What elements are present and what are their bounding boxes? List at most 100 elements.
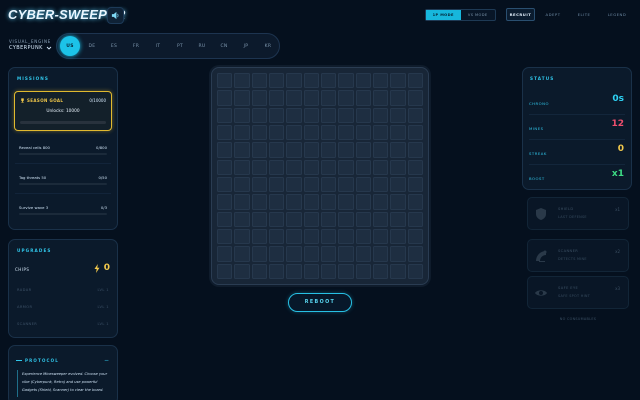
board-cell[interactable] [303, 107, 319, 123]
protocol-collapse-button[interactable]: − [104, 357, 109, 364]
board-cell[interactable] [320, 246, 337, 262]
board-cell[interactable] [355, 176, 371, 193]
board-cell[interactable] [268, 263, 285, 279]
board-cell[interactable] [372, 159, 389, 175]
board-cell[interactable] [390, 176, 406, 193]
board-cell[interactable] [390, 90, 406, 106]
board-cell[interactable] [390, 73, 406, 89]
board-cell[interactable] [268, 176, 285, 193]
board-cell[interactable] [372, 124, 389, 141]
board-cell[interactable] [303, 263, 319, 279]
board-cell[interactable] [303, 176, 319, 193]
nav-recruit[interactable]: RECRUIT [506, 8, 535, 21]
board-cell[interactable] [217, 228, 233, 245]
board-cell[interactable] [234, 194, 250, 210]
board-cell[interactable] [320, 194, 337, 210]
board-cell[interactable] [217, 194, 233, 210]
upgrade-armor[interactable]: ARMOR LVL 1 [17, 305, 109, 309]
board-cell[interactable] [355, 124, 371, 141]
board-cell[interactable] [217, 124, 233, 141]
board-cell[interactable] [217, 142, 233, 158]
board-cell[interactable] [286, 107, 302, 123]
board-cell[interactable] [390, 263, 406, 279]
board-cell[interactable] [303, 90, 319, 106]
board-cell[interactable] [234, 176, 250, 193]
board-cell[interactable] [320, 124, 337, 141]
board-cell[interactable] [407, 159, 423, 175]
nav-legend[interactable]: LEGEND [602, 8, 632, 21]
board-cell[interactable] [234, 107, 250, 123]
board-cell[interactable] [355, 228, 371, 245]
board-cell[interactable] [355, 107, 371, 123]
board-cell[interactable] [407, 124, 423, 141]
board-cell[interactable] [390, 159, 406, 175]
board-cell[interactable] [251, 159, 267, 175]
board-cell[interactable] [268, 73, 285, 89]
board-cell[interactable] [390, 142, 406, 158]
board-cell[interactable] [372, 107, 389, 123]
board-cell[interactable] [338, 90, 354, 106]
board-cell[interactable] [338, 142, 354, 158]
nav-elite[interactable]: ELITE [571, 8, 597, 21]
lang-pt[interactable]: PT [170, 36, 190, 56]
board-cell[interactable] [338, 176, 354, 193]
board-cell[interactable] [320, 176, 337, 193]
board-cell[interactable] [338, 194, 354, 210]
board-cell[interactable] [268, 124, 285, 141]
lang-us[interactable]: US [60, 36, 80, 56]
board-cell[interactable] [355, 73, 371, 89]
board-cell[interactable] [251, 107, 267, 123]
board-cell[interactable] [390, 228, 406, 245]
board-cell[interactable] [234, 90, 250, 106]
lang-cn[interactable]: CN [214, 36, 234, 56]
board-cell[interactable] [407, 73, 423, 89]
board-cell[interactable] [372, 246, 389, 262]
board-cell[interactable] [286, 176, 302, 193]
board-cell[interactable] [234, 263, 250, 279]
board-cell[interactable] [286, 246, 302, 262]
lang-es[interactable]: ES [104, 36, 124, 56]
board-cell[interactable] [234, 142, 250, 158]
board-cell[interactable] [303, 124, 319, 141]
board-cell[interactable] [286, 159, 302, 175]
board-cell[interactable] [407, 142, 423, 158]
board-cell[interactable] [217, 211, 233, 227]
board-cell[interactable] [234, 124, 250, 141]
board-cell[interactable] [372, 142, 389, 158]
board-cell[interactable] [286, 263, 302, 279]
board-cell[interactable] [407, 90, 423, 106]
board-cell[interactable] [251, 124, 267, 141]
board-cell[interactable] [286, 142, 302, 158]
board-cell[interactable] [390, 124, 406, 141]
board-cell[interactable] [390, 194, 406, 210]
board-cell[interactable] [338, 263, 354, 279]
board-cell[interactable] [320, 107, 337, 123]
board-cell[interactable] [268, 90, 285, 106]
board-cell[interactable] [251, 90, 267, 106]
board-cell[interactable] [338, 124, 354, 141]
board-cell[interactable] [234, 159, 250, 175]
board-cell[interactable] [320, 90, 337, 106]
board-cell[interactable] [407, 194, 423, 210]
board-cell[interactable] [268, 107, 285, 123]
board-cell[interactable] [303, 211, 319, 227]
board-cell[interactable] [286, 211, 302, 227]
board-cell[interactable] [372, 263, 389, 279]
board-cell[interactable] [372, 73, 389, 89]
board-cell[interactable] [234, 211, 250, 227]
board-cell[interactable] [251, 228, 267, 245]
board-cell[interactable] [303, 142, 319, 158]
lang-kr[interactable]: KR [258, 36, 278, 56]
visual-engine-select[interactable]: CYBERPUNK [9, 45, 52, 51]
board-cell[interactable] [407, 246, 423, 262]
board-cell[interactable] [320, 263, 337, 279]
board-cell[interactable] [320, 142, 337, 158]
board-cell[interactable] [217, 90, 233, 106]
board-cell[interactable] [355, 263, 371, 279]
board-cell[interactable] [355, 211, 371, 227]
board-cell[interactable] [286, 90, 302, 106]
board-cell[interactable] [355, 159, 371, 175]
board-cell[interactable] [338, 73, 354, 89]
board-cell[interactable] [217, 159, 233, 175]
nav-adept[interactable]: ADEPT [540, 8, 566, 21]
